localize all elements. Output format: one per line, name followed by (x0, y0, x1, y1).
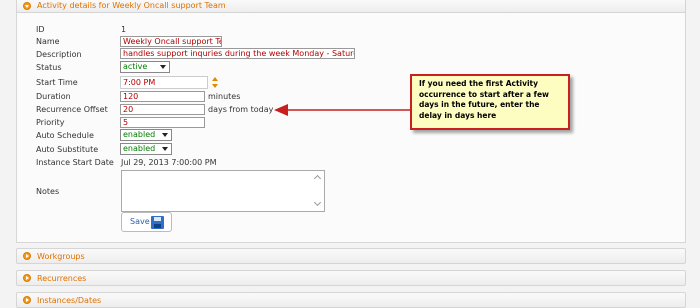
chevron-down-icon (160, 65, 166, 69)
save-label: Save (130, 217, 150, 226)
notes-textarea[interactable] (121, 170, 325, 212)
instance-start-value: Jul 29, 2013 7:00:00 PM (121, 158, 217, 167)
auto-schedule-label: Auto Schedule (36, 131, 94, 140)
expand-toggle-icon (23, 274, 31, 282)
notes-scrollbar[interactable] (312, 171, 324, 211)
status-select[interactable]: active (120, 61, 170, 73)
activity-details-panel (16, 0, 686, 243)
workgroups-title: Workgroups (37, 252, 85, 261)
expand-toggle-icon (23, 252, 31, 260)
scroll-up-icon[interactable] (313, 174, 322, 183)
start-time-spinner[interactable] (211, 76, 220, 90)
notes-label: Notes (36, 187, 60, 196)
start-time-input[interactable]: 7:00 PM (120, 76, 208, 89)
recurrence-offset-input[interactable]: 20 (120, 104, 205, 115)
id-label: ID (36, 25, 45, 34)
save-button[interactable]: Save (121, 212, 172, 232)
workgroups-section-header[interactable]: Workgroups (16, 248, 686, 264)
status-label: Status (36, 63, 62, 72)
chevron-down-icon (162, 147, 168, 151)
recurrence-offset-unit: days from today (208, 105, 274, 114)
spinner-down-icon[interactable] (212, 84, 218, 88)
priority-label: Priority (36, 118, 65, 127)
duration-input[interactable]: 120 (120, 91, 205, 102)
instance-start-label: Instance Start Date (36, 158, 114, 167)
auto-substitute-label: Auto Substitute (36, 145, 99, 154)
recurrence-offset-label: Recurrence Offset (36, 105, 108, 114)
instances-title: Instances/Dates (37, 296, 102, 305)
recurrences-title: Recurrences (37, 274, 87, 283)
activity-details-header[interactable]: Activity details for Weekly Oncall suppo… (16, 0, 686, 13)
help-callout: If you need the first Activity occurrenc… (410, 74, 570, 130)
recurrences-section-header[interactable]: Recurrences (16, 270, 686, 286)
priority-input[interactable]: 5 (120, 117, 205, 128)
start-time-label: Start Time (36, 78, 78, 87)
id-value: 1 (121, 25, 127, 34)
scroll-down-icon[interactable] (313, 198, 322, 207)
name-input[interactable]: Weekly Oncall support Tea (120, 36, 222, 47)
auto-schedule-select[interactable]: enabled (120, 129, 172, 141)
callout-arrow (274, 104, 411, 116)
floppy-disk-icon (151, 216, 164, 229)
description-input[interactable]: handles support inquries during the week… (120, 48, 355, 59)
spinner-up-icon[interactable] (212, 77, 218, 81)
duration-unit: minutes (208, 92, 241, 101)
auto-substitute-select-value: enabled (123, 144, 156, 153)
instances-section-header[interactable]: Instances/Dates (16, 292, 686, 308)
description-label: Description (36, 50, 82, 59)
expand-toggle-icon (23, 296, 31, 304)
chevron-down-icon (162, 133, 168, 137)
auto-schedule-select-value: enabled (123, 130, 156, 139)
activity-details-title: Activity details for Weekly Oncall suppo… (37, 1, 226, 10)
auto-substitute-select[interactable]: enabled (120, 143, 172, 155)
collapse-toggle-icon (23, 2, 31, 10)
duration-label: Duration (36, 92, 71, 101)
name-label: Name (36, 37, 60, 46)
callout-text: If you need the first Activity occurrenc… (419, 79, 549, 120)
status-select-value: active (123, 62, 148, 71)
